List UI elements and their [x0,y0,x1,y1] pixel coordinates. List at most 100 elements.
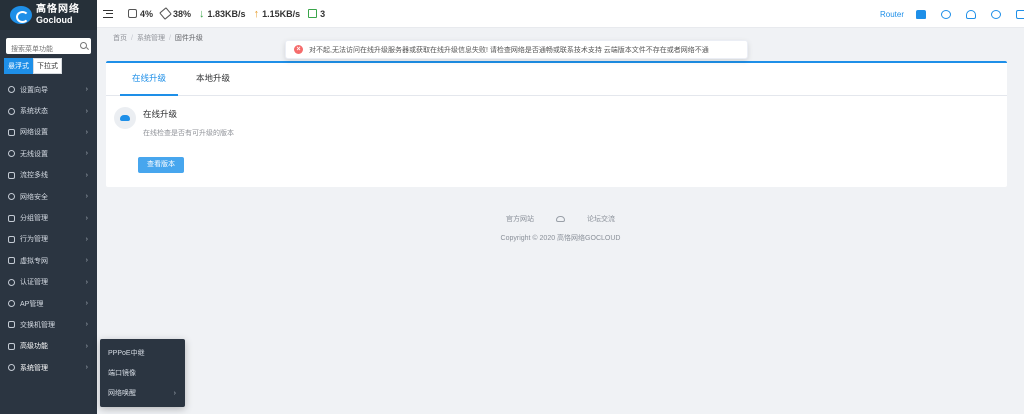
chevron-right-icon: › [173,390,176,397]
gocloud-logo-icon [10,6,32,24]
sidebar-item-network-security[interactable]: 网络安全 › [0,186,97,207]
sidebar-item-ap-management[interactable]: AP管理 › [0,293,97,314]
flow-control-icon [8,171,15,179]
upgrade-tabs: 在线升级 本地升级 [106,63,1007,96]
sidebar-item-label: 系统管理 [20,364,48,372]
vpn-icon [8,257,15,265]
sidebar-item-label: 认证管理 [20,279,48,287]
submenu-item-pppoe-relay[interactable]: PPPoE中继 [100,344,185,364]
chevron-right-icon: › [85,86,88,94]
sidebar-item-switch-management[interactable]: 交换机管理 › [0,314,97,335]
cloud-upload-icon[interactable] [966,9,976,19]
sidebar-item-setup-wizard[interactable]: 设置向导 › [0,79,97,100]
sidebar-item-network-settings[interactable]: 网络设置 › [0,122,97,143]
sidebar-item-label: 设置向导 [20,86,48,94]
cloud-icon [114,107,136,129]
logout-icon[interactable] [1016,9,1024,19]
sidebar: 高恪网络 Gocloud 悬浮式 下拉式 设置向导 › 系统状态 › 网络设置 › 无… [0,0,97,414]
sidebar-item-label: 无线设置 [20,150,48,158]
cpu-icon [128,9,137,18]
sidebar-item-system-management[interactable]: 系统管理 › [0,357,97,378]
sidebar-item-label: 交换机管理 [20,321,55,329]
online-upgrade-title: 在线升级 [143,109,178,119]
online-upgrade-description: 在线检查是否有可升级的版本 [143,130,234,137]
chevron-right-icon: › [85,214,88,222]
sidebar-item-wireless-settings[interactable]: 无线设置 › [0,143,97,164]
chevron-right-icon: › [85,107,88,115]
sidebar-item-advanced[interactable]: 高级功能 › [0,336,97,357]
auth-icon [8,278,15,286]
memory-usage: 38% [159,7,192,20]
cpu-usage: 4% [128,9,153,19]
gear-icon[interactable] [991,9,1001,19]
download-speed: ↓ 1.83KB/s [199,8,246,20]
sidebar-item-label: 虚拟专网 [20,257,48,265]
wizard-icon [8,86,15,94]
topbar-actions: Router [880,0,1024,28]
menu-search-input[interactable] [6,41,91,58]
sidebar-item-behavior-management[interactable]: 行为管理 › [0,229,97,250]
logo[interactable]: 高恪网络 Gocloud [0,0,97,30]
tab-online-upgrade[interactable]: 在线升级 [120,63,179,96]
cloud-icon [556,216,565,222]
online-upgrade-panel: 在线升级 在线检查是否有可升级的版本 [114,107,234,138]
submenu-item-wake-on-lan[interactable]: 网络唤醒 › [100,384,185,404]
sidebar-item-label: 网络设置 [20,129,48,137]
forum-link[interactable]: 论坛交流 [587,214,615,224]
chevron-right-icon: › [85,321,88,329]
chevron-right-icon: › [85,342,88,350]
monitor-icon [8,128,15,136]
copyright: Copyright © 2020 高恪网络GOCLOUD [500,235,621,242]
mode-floating-button[interactable]: 悬浮式 [4,58,33,74]
chevron-right-icon: › [85,171,88,179]
upload-speed: ↑ 1.15KB/s [254,8,301,20]
mode-dropdown-button[interactable]: 下拉式 [33,58,62,74]
chevron-right-icon: › [85,364,88,372]
submenu-item-port-mirror[interactable]: 端口镜像 [100,364,185,384]
search-icon[interactable] [80,42,87,49]
theme-icon[interactable] [916,9,926,19]
switch-icon [8,321,15,329]
breadcrumb-home[interactable]: 首页 [113,35,127,42]
monitor-icon [308,9,318,18]
chevron-right-icon: › [85,278,88,286]
sidebar-item-flow-control[interactable]: 流控多线 › [0,165,97,186]
gear-icon [8,364,15,372]
sidebar-item-label: 流控多线 [20,172,48,180]
device-count-value: 3 [320,8,326,19]
sidebar-item-label: 分组管理 [20,215,48,223]
ap-icon [8,300,15,308]
sidebar-menu: 设置向导 › 系统状态 › 网络设置 › 无线设置 › 流控多线 › 网络安全 › 分组管理… [0,79,97,378]
chevron-right-icon: › [85,193,88,201]
sidebar-item-vpn[interactable]: 虚拟专网 › [0,250,97,271]
advanced-submenu: PPPoE中继 端口镜像 网络唤醒 › [100,339,185,407]
menu-mode-toggle: 悬浮式 下拉式 [4,58,97,74]
upload-value: 1.15KB/s [262,8,301,19]
advanced-icon [8,342,15,350]
memory-value: 38% [173,8,192,19]
menu-toggle-icon[interactable] [103,9,113,18]
cpu-value: 4% [140,8,154,19]
breadcrumb: 首页 / 系统管理 / 固件升级 [113,35,203,42]
router-link[interactable]: Router [880,10,904,19]
chevron-right-icon: › [85,150,88,158]
tab-local-upgrade[interactable]: 本地升级 [184,63,242,95]
topbar: 4% 38% ↓ 1.83KB/s ↑ 1.15KB/s 3 Router [97,0,1024,28]
device-count: 3 [308,9,325,19]
error-alert: × 对不起,无法访问在线升级服务器或获取在线升级信息失败! 请检查网络是否通畅或… [285,40,748,59]
error-icon: × [294,45,303,54]
sidebar-item-auth-management[interactable]: 认证管理 › [0,272,97,293]
download-arrow-icon: ↓ [199,7,205,20]
behavior-icon [8,235,15,243]
official-site-link[interactable]: 官方网站 [506,214,534,224]
shield-icon [8,193,15,201]
globe-icon[interactable] [941,9,951,19]
group-icon [8,214,15,222]
breadcrumb-system-management[interactable]: 系统管理 [137,35,165,42]
sidebar-item-system-status[interactable]: 系统状态 › [0,100,97,121]
download-value: 1.83KB/s [207,8,246,19]
check-version-button[interactable]: 查看版本 [138,157,184,173]
chevron-right-icon: › [85,257,88,265]
sidebar-item-group-management[interactable]: 分组管理 › [0,207,97,228]
error-message: 对不起,无法访问在线升级服务器或获取在线升级信息失败! 请检查网络是否通畅或联系… [309,46,709,54]
